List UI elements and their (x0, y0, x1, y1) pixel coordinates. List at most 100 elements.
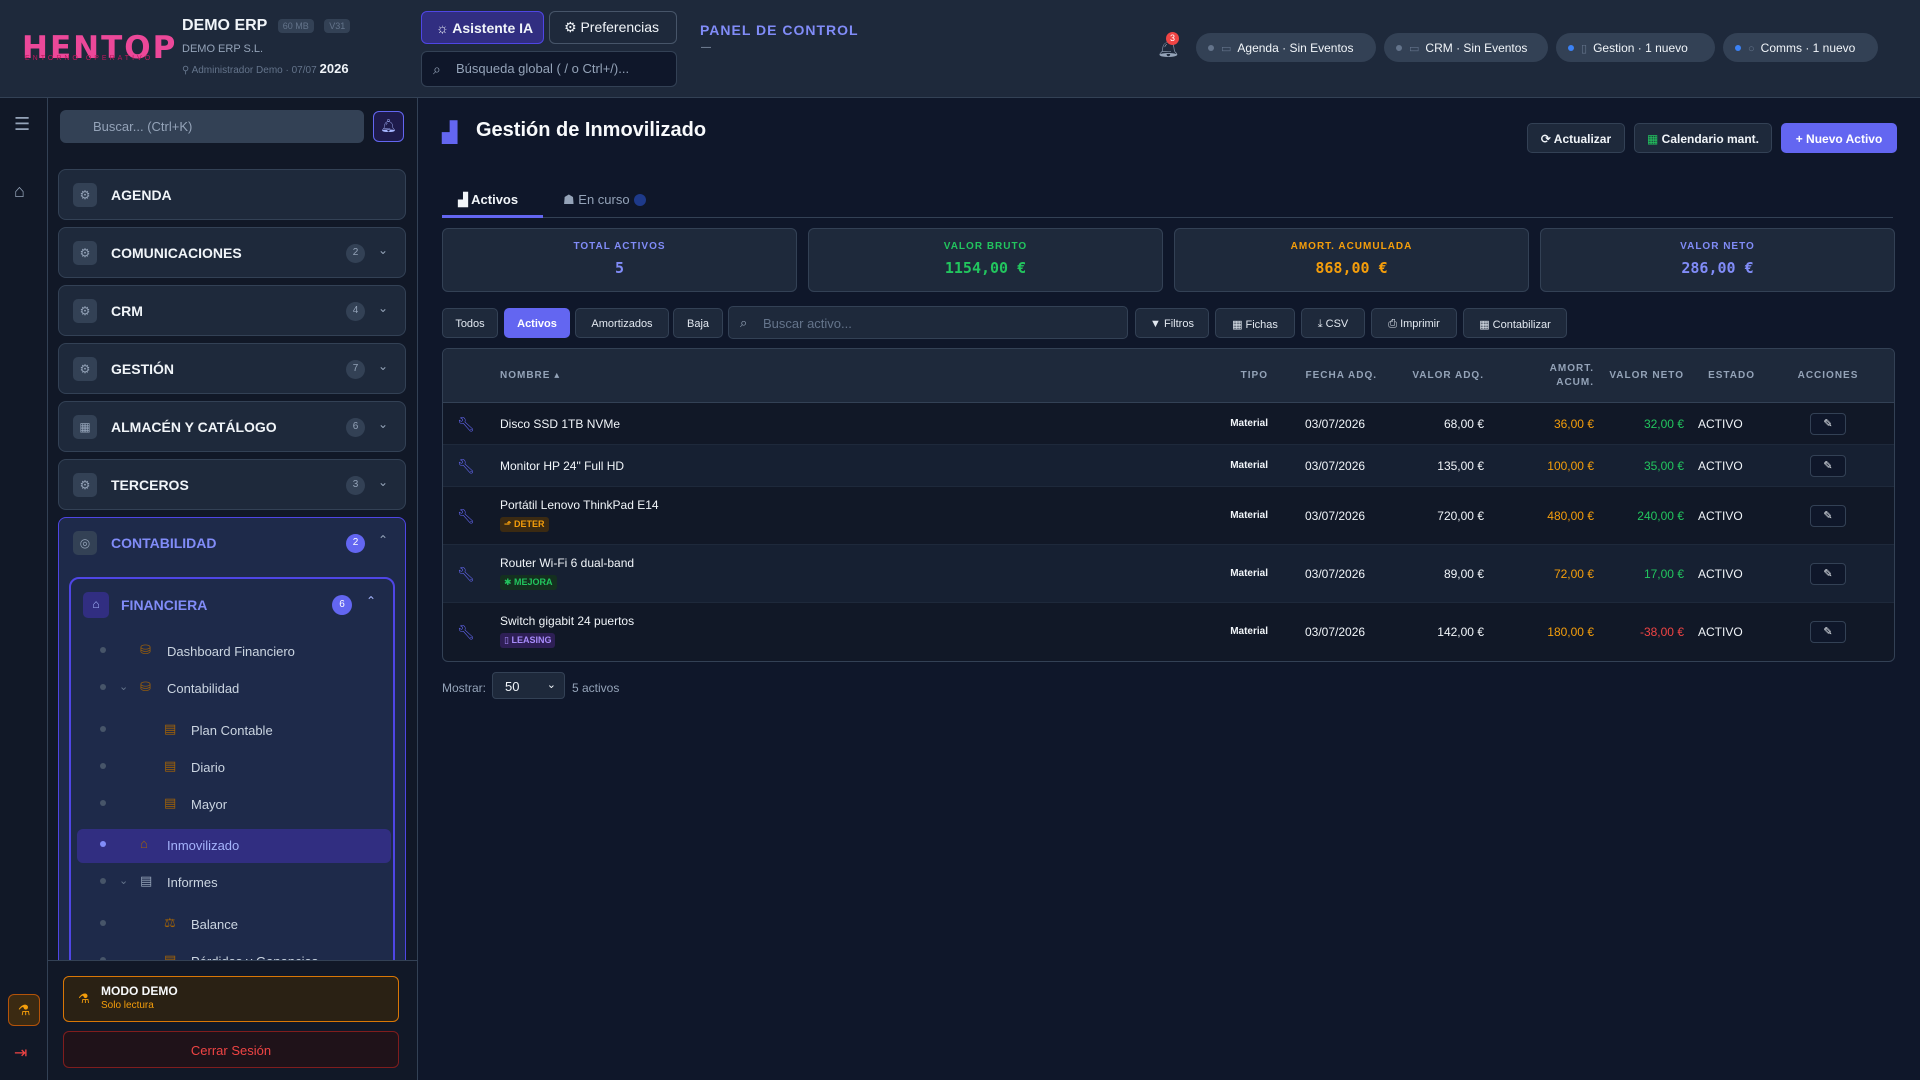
tree-item-inmovilizado[interactable]: ⌂ Inmovilizado (77, 829, 391, 863)
table-row[interactable]: 🔧︎ Monitor HP 24" Full HD Material 03/07… (443, 445, 1894, 487)
tree-item-contabilidad[interactable]: ⌄ ⛁ Contabilidad (77, 672, 387, 706)
submodule-count-badge: 6 (332, 595, 352, 615)
report-icon: ▤ (140, 873, 153, 888)
chip-agenda[interactable]: ▭ Agenda · Sin Eventos (1196, 33, 1376, 62)
chevron-down-icon: ⌄ (378, 475, 389, 489)
tree-item-dashboard-financiero[interactable]: ⛁ Dashboard Financiero (77, 635, 387, 669)
edit-button[interactable]: ✎ (1810, 563, 1846, 585)
record-count: 5 activos (572, 681, 620, 695)
tree-item-balance[interactable]: ⚖ Balance (77, 908, 387, 942)
filter-baja[interactable]: Baja (673, 308, 723, 338)
logout-icon[interactable]: ⇥ (14, 1043, 27, 1063)
filter-amortizados[interactable]: Amortizados (575, 308, 669, 338)
module-agenda[interactable]: ⚙ AGENDA (58, 169, 406, 220)
chip-gestion[interactable]: ▯ Gestion · 1 nuevo (1556, 33, 1715, 62)
col-valor[interactable]: VALOR ADQ. (1393, 370, 1484, 381)
ai-assistant-button[interactable]: ☼ Asistente IA (421, 11, 544, 44)
tree-item-informes[interactable]: ⌄ ▤ Informes (77, 866, 387, 900)
refresh-label: Actualizar (1553, 132, 1612, 146)
hamburger-menu-icon[interactable]: ☰ (14, 114, 30, 135)
edit-button[interactable]: ✎ (1810, 413, 1846, 435)
filters-label: Filtros (1164, 318, 1194, 330)
submodule-label[interactable]: FINANCIERA (121, 597, 207, 613)
chevron-up-icon[interactable]: ⌃ (366, 594, 376, 608)
module-comunicaciones[interactable]: ⚙ COMUNICACIONES 2 ⌄ (58, 227, 406, 278)
user-name: Administrador Demo (191, 65, 283, 76)
col-nombre[interactable]: NOMBRE ▴ (500, 370, 560, 381)
table-row[interactable]: 🔧︎ Router Wi-Fi 6 dual-band ✱ MEJORA Mat… (443, 545, 1894, 603)
notifications-count-badge: 3 (1166, 32, 1179, 45)
table-row[interactable]: 🔧︎ Disco SSD 1TB NVMe Material 03/07/202… (443, 403, 1894, 445)
cards-button[interactable]: ▦ Fichas (1215, 308, 1295, 338)
chip-crm[interactable]: ▭ CRM · Sin Eventos (1384, 33, 1548, 62)
tab-activos[interactable]: ▟ Activos (442, 180, 543, 218)
tree-item-plan-contable[interactable]: ▤ Plan Contable (77, 714, 387, 748)
cell-nombre: Monitor HP 24" Full HD (500, 459, 625, 473)
kpi-value: 1154,00 € (944, 259, 1027, 277)
status-dot (1735, 45, 1741, 51)
cell-estado: ACTIVO (1698, 417, 1743, 431)
bullet (100, 763, 106, 769)
col-neto[interactable]: VALOR NETO (1603, 370, 1684, 381)
module-terceros[interactable]: ⚙ TERCEROS 3 ⌄ (58, 459, 406, 510)
session-year: 2026 (319, 61, 349, 76)
chip-comms-label: Comms · 1 nuevo (1760, 41, 1856, 55)
global-search-input[interactable]: ⌕ Búsqueda global ( / o Ctrl+/)... (421, 51, 677, 87)
coins-icon: ⛁ (140, 679, 151, 694)
sidebar-notification-button[interactable]: 🔔︎ (373, 111, 404, 142)
kpi-label: TOTAL ACTIVOS (573, 241, 666, 252)
demo-mode-title: MODO DEMO (101, 984, 178, 998)
tree-item-diario[interactable]: ▤ Diario (77, 751, 387, 785)
sidebar-search-input[interactable]: Buscar... (Ctrl+K) (60, 110, 364, 143)
cell-fecha: 03/07/2026 (1305, 625, 1366, 639)
tree-item-mayor[interactable]: ▤ Mayor (77, 788, 387, 822)
tab-en-curso[interactable]: ☗ En curso (543, 180, 653, 218)
chip-comms[interactable]: ○ Comms · 1 nuevo (1723, 33, 1878, 62)
asset-search-input[interactable]: ⌕ Buscar activo... (728, 306, 1128, 339)
table-row[interactable]: 🔧︎ Switch gigabit 24 puertos ▯ LEASING M… (443, 603, 1894, 661)
print-button[interactable]: ⎙ Imprimir (1371, 308, 1457, 338)
sidebar-footer: ⚗ MODO DEMO Solo lectura Cerrar Sesión (48, 960, 417, 1080)
new-asset-button[interactable]: + Nuevo Activo (1781, 123, 1897, 153)
tree-item-label: Mayor (191, 797, 228, 812)
filter-activos[interactable]: Activos (504, 308, 570, 338)
chevron-down-icon: ⌄ (378, 359, 389, 373)
col-fecha[interactable]: FECHA ADQ. (1293, 370, 1377, 381)
tag-label: DETER (514, 519, 545, 529)
module-gestion[interactable]: ⚙ GESTIÓN 7 ⌄ (58, 343, 406, 394)
module-icon: ▦ (73, 415, 97, 439)
building-icon: ⌂ (140, 836, 148, 851)
cell-neto: 32,00 € (1643, 417, 1684, 431)
edit-button[interactable]: ✎ (1810, 621, 1846, 643)
filters-button[interactable]: ▼ Filtros (1135, 308, 1209, 338)
col-amort[interactable]: AMORT. (1503, 363, 1594, 374)
edit-button[interactable]: ✎ (1810, 455, 1846, 477)
col-tipo[interactable]: TIPO (1223, 370, 1268, 381)
logout-button[interactable]: Cerrar Sesión (63, 1031, 399, 1068)
list-icon: ▤ (164, 721, 177, 736)
maintenance-calendar-button[interactable]: ▦ Calendario mant. (1634, 123, 1772, 153)
cell-tipo: Material (1230, 460, 1268, 471)
table-row[interactable]: 🔧︎ Portátil Lenovo ThinkPad E14 ⬏ DETER … (443, 487, 1894, 545)
chevron-up-icon: ⌃ (378, 533, 389, 547)
demo-mode-icon[interactable]: ⚗ (8, 994, 40, 1026)
chat-icon: ▭ (1409, 43, 1420, 55)
cell-neto: 240,00 € (1637, 509, 1684, 523)
chevron-down-icon: ⌄ (378, 417, 389, 431)
post-accounting-button[interactable]: ▦ Contabilizar (1463, 308, 1567, 338)
page-size-select[interactable]: 50 ⌄ (492, 672, 565, 699)
wrench-icon: 🔧︎ (457, 566, 475, 582)
preferences-button[interactable]: ⚙ Preferencias (549, 11, 677, 44)
home-icon[interactable]: ⌂ (14, 181, 25, 202)
module-label: TERCEROS (111, 477, 189, 493)
session-date: 07/07 (291, 65, 317, 76)
bubble-icon: ○ (1748, 43, 1755, 55)
refresh-button[interactable]: ⟳ Actualizar (1527, 123, 1625, 153)
user-line: ⚲ Administrador Demo · 07/07 2026 (182, 61, 349, 76)
col-estado[interactable]: ESTADO (1698, 370, 1755, 381)
filter-todos[interactable]: Todos (442, 308, 498, 338)
module-almacen[interactable]: ▦ ALMACÉN Y CATÁLOGO 6 ⌄ (58, 401, 406, 452)
module-crm[interactable]: ⚙ CRM 4 ⌄ (58, 285, 406, 336)
csv-button[interactable]: ⤓ CSV (1301, 308, 1365, 338)
edit-button[interactable]: ✎ (1810, 505, 1846, 527)
